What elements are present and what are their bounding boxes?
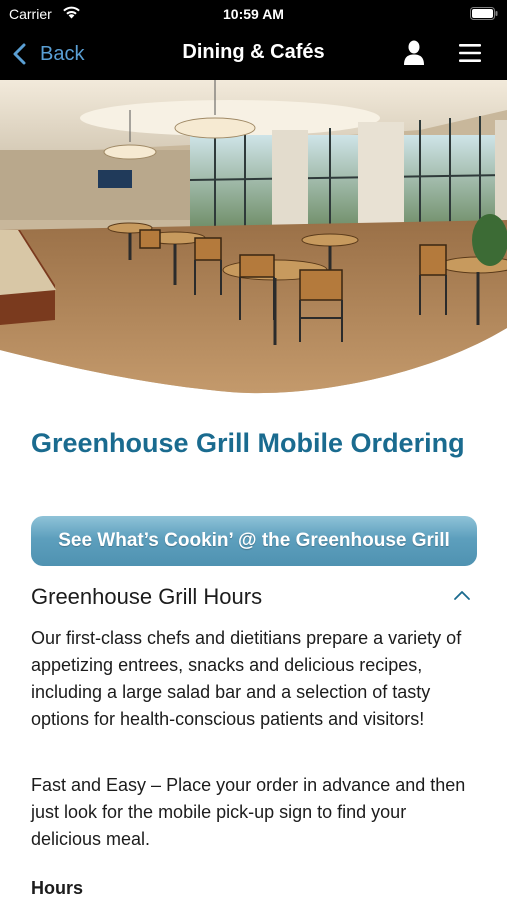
accordion-title: Greenhouse Grill Hours bbox=[31, 584, 263, 609]
menu-icon[interactable] bbox=[458, 42, 482, 64]
back-label: Back bbox=[40, 42, 85, 65]
hours-label: Hours bbox=[31, 878, 84, 898]
page-heading: Greenhouse Grill Mobile Ordering bbox=[31, 428, 465, 458]
chevron-left-icon bbox=[13, 43, 26, 65]
navigation-bar: Back Dining & Cafés bbox=[0, 28, 507, 80]
back-button[interactable]: Back bbox=[12, 38, 84, 70]
cafeteria-photo bbox=[0, 80, 507, 394]
chevron-up-icon bbox=[454, 591, 470, 600]
battery-icon bbox=[470, 7, 498, 20]
description-paragraph: Our first-class chefs and dietitians pre… bbox=[31, 628, 462, 729]
clock: 10:59 AM bbox=[223, 6, 284, 22]
hero-image bbox=[0, 80, 507, 395]
profile-icon[interactable] bbox=[403, 40, 425, 66]
hours-accordion-header[interactable]: Greenhouse Grill Hours bbox=[31, 578, 477, 618]
ordering-paragraph: Fast and Easy – Place your order in adva… bbox=[31, 775, 466, 849]
see-whats-cookin-button[interactable]: See What’s Cookin’ @ the Greenhouse Gril… bbox=[31, 516, 477, 566]
status-bar: Carrier 10:59 AM bbox=[0, 0, 507, 28]
dining-screen: Carrier 10:59 AM Back Dining & Cafés Gre… bbox=[0, 0, 507, 900]
